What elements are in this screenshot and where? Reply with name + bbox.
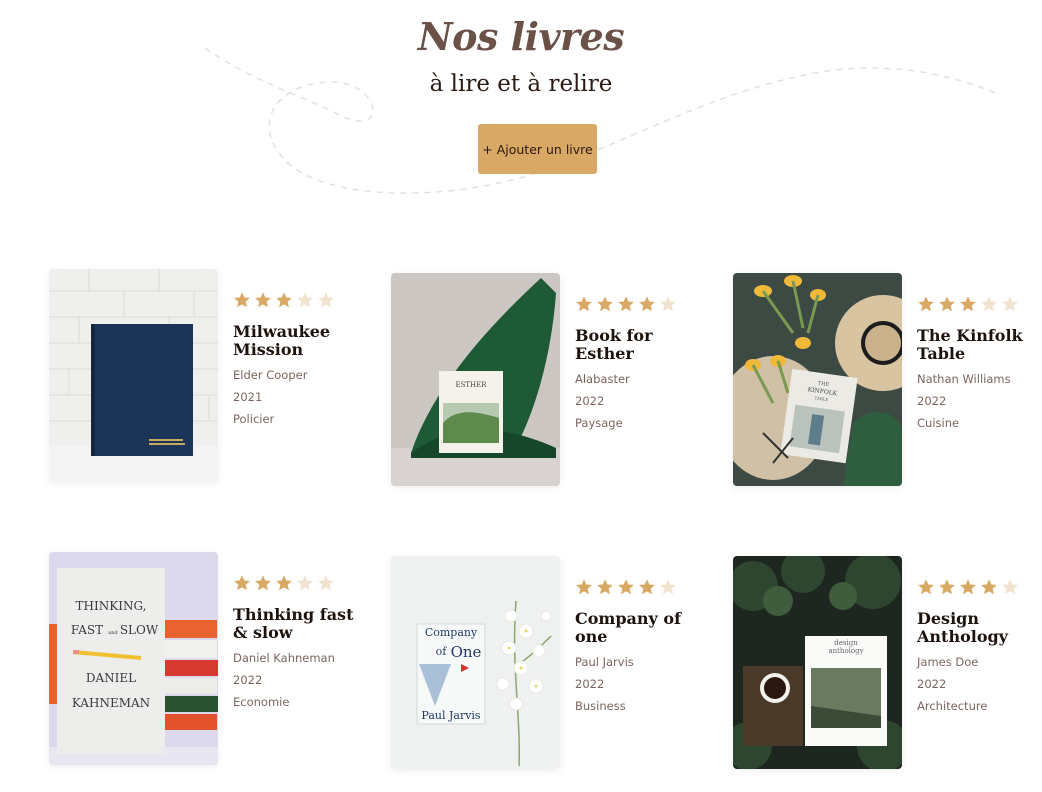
book-cover-image: design anthology: [733, 556, 902, 769]
star-filled-icon[interactable]: [638, 578, 656, 596]
book-author: Elder Cooper: [233, 368, 308, 382]
star-empty-icon[interactable]: [317, 574, 335, 592]
cover-text: design: [834, 639, 858, 647]
book-cover-image: THINKING, FAST and SLOW DANIEL KAHNEMAN: [49, 552, 218, 765]
book-card[interactable]: ESTHER Book for Esther Alabaster 2022 Pa…: [391, 273, 691, 488]
rating-stars: [233, 574, 363, 592]
book-year: 2022: [917, 677, 947, 691]
star-filled-icon[interactable]: [938, 578, 956, 596]
star-filled-icon[interactable]: [959, 295, 977, 313]
book-card[interactable]: Milwaukee Mission Elder Cooper 2021 Poli…: [49, 269, 349, 484]
star-filled-icon[interactable]: [938, 295, 956, 313]
book-info: Design Anthology James Doe 2022 Architec…: [917, 578, 1042, 713]
book-author: Paul Jarvis: [575, 655, 634, 669]
star-filled-icon[interactable]: [980, 578, 998, 596]
book-year: 2022: [917, 394, 947, 408]
page-title: Nos livres: [417, 14, 625, 59]
star-filled-icon[interactable]: [959, 578, 977, 596]
star-empty-icon[interactable]: [980, 295, 998, 313]
book-genre: Business: [575, 699, 626, 713]
star-empty-icon[interactable]: [1001, 295, 1019, 313]
cover-text: One: [451, 643, 482, 661]
book-card[interactable]: THINKING, FAST and SLOW DANIEL KAHNEMAN …: [49, 552, 353, 767]
book-info: Milwaukee Mission Elder Cooper 2021 Poli…: [233, 291, 363, 426]
book-year: 2022: [233, 673, 263, 687]
star-filled-icon[interactable]: [275, 574, 293, 592]
book-year: 2021: [233, 390, 263, 404]
star-empty-icon[interactable]: [296, 574, 314, 592]
star-empty-icon[interactable]: [317, 291, 335, 309]
cover-text: SLOW: [120, 623, 159, 637]
star-filled-icon[interactable]: [275, 291, 293, 309]
book-info: Company of one Paul Jarvis 2022 Business: [575, 578, 705, 713]
star-empty-icon[interactable]: [1001, 578, 1019, 596]
cover-text: Company: [425, 626, 478, 639]
book-genre: Cuisine: [917, 416, 960, 430]
rating-stars: [575, 295, 705, 313]
book-genre: Paysage: [575, 416, 623, 430]
cover-text: ESTHER: [455, 381, 487, 389]
book-title[interactable]: Thinking fast & slow: [233, 606, 363, 642]
cover-text: FAST: [71, 623, 103, 637]
book-author: Alabaster: [575, 372, 630, 386]
star-filled-icon[interactable]: [575, 295, 593, 313]
rating-stars: [575, 578, 705, 596]
cover-text: Paul Jarvis: [421, 709, 481, 722]
book-title[interactable]: Design Anthology: [917, 610, 1042, 646]
rating-stars: [917, 295, 1042, 313]
book-author: James Doe: [917, 655, 979, 669]
star-filled-icon[interactable]: [638, 295, 656, 313]
star-filled-icon[interactable]: [617, 578, 635, 596]
book-title[interactable]: Company of one: [575, 610, 705, 646]
rating-stars: [233, 291, 363, 309]
book-card[interactable]: Company of One Paul Jarvis Company of on…: [391, 556, 691, 771]
book-title[interactable]: The Kinfolk Table: [917, 327, 1042, 363]
star-filled-icon[interactable]: [233, 291, 251, 309]
star-empty-icon[interactable]: [296, 291, 314, 309]
star-empty-icon[interactable]: [659, 295, 677, 313]
book-info: The Kinfolk Table Nathan Williams 2022 C…: [917, 295, 1042, 430]
cover-text: of: [436, 645, 448, 658]
book-genre: Economie: [233, 695, 290, 709]
cover-text: DANIEL: [86, 671, 136, 685]
star-filled-icon[interactable]: [596, 295, 614, 313]
cover-text: KAHNEMAN: [72, 696, 150, 710]
book-info: Book for Esther Alabaster 2022 Paysage: [575, 295, 705, 430]
star-filled-icon[interactable]: [254, 574, 272, 592]
book-cover-image: THE KINFOLK TABLE: [733, 273, 902, 486]
cover-text: THINKING,: [76, 599, 147, 613]
book-genre: Architecture: [917, 699, 988, 713]
star-filled-icon[interactable]: [233, 574, 251, 592]
book-card[interactable]: design anthology Design Anthology James …: [733, 556, 1033, 771]
star-filled-icon[interactable]: [617, 295, 635, 313]
book-author: Nathan Williams: [917, 372, 1011, 386]
star-filled-icon[interactable]: [254, 291, 272, 309]
book-genre: Policier: [233, 412, 275, 426]
book-year: 2022: [575, 394, 605, 408]
cover-text: anthology: [828, 647, 863, 655]
book-card[interactable]: THE KINFOLK TABLE The Kinfolk Table Nath…: [733, 273, 1033, 488]
star-filled-icon[interactable]: [917, 295, 935, 313]
star-filled-icon[interactable]: [917, 578, 935, 596]
book-author: Daniel Kahneman: [233, 651, 335, 665]
book-title[interactable]: Book for Esther: [575, 327, 705, 363]
star-filled-icon[interactable]: [596, 578, 614, 596]
book-cover-image: Company of One Paul Jarvis: [391, 556, 560, 769]
cover-text: and: [108, 630, 118, 636]
star-empty-icon[interactable]: [659, 578, 677, 596]
book-info: Thinking fast & slow Daniel Kahneman 202…: [233, 574, 363, 709]
book-year: 2022: [575, 677, 605, 691]
add-book-button[interactable]: + Ajouter un livre: [478, 124, 597, 174]
book-title[interactable]: Milwaukee Mission: [233, 323, 363, 359]
page-subtitle: à lire et à relire: [429, 71, 613, 97]
star-filled-icon[interactable]: [575, 578, 593, 596]
book-cover-image: [49, 269, 218, 482]
rating-stars: [917, 578, 1042, 596]
book-cover-image: ESTHER: [391, 273, 560, 486]
